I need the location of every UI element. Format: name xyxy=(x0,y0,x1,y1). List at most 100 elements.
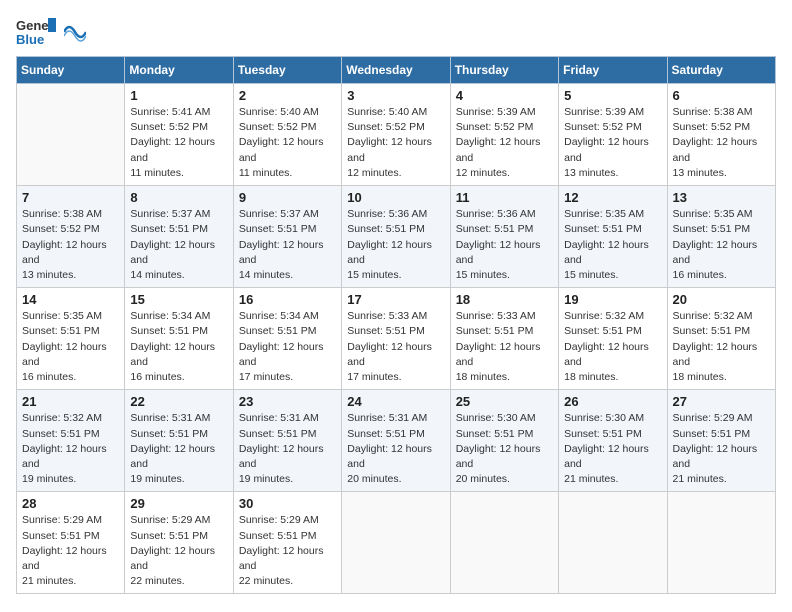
day-of-week-friday: Friday xyxy=(559,57,667,84)
day-number: 22 xyxy=(130,394,227,409)
calendar-header: SundayMondayTuesdayWednesdayThursdayFrid… xyxy=(17,57,776,84)
day-number: 18 xyxy=(456,292,553,307)
calendar-cell: 15Sunrise: 5:34 AMSunset: 5:51 PMDayligh… xyxy=(125,288,233,390)
svg-text:Blue: Blue xyxy=(16,32,44,47)
day-info: Sunrise: 5:31 AMSunset: 5:51 PMDaylight:… xyxy=(239,411,336,487)
calendar-cell: 4 Sunrise: 5:39 AMSunset: 5:52 PMDaylight… xyxy=(450,84,558,186)
day-number: 8 xyxy=(130,190,227,205)
day-number: 10 xyxy=(347,190,444,205)
day-number: 23 xyxy=(239,394,336,409)
day-number: 3 xyxy=(347,88,444,103)
day-info: Sunrise: 5:33 AMSunset: 5:51 PMDaylight:… xyxy=(347,309,444,385)
day-number: 11 xyxy=(456,190,553,205)
day-info: Sunrise: 5:29 AMSunset: 5:51 PMDaylight:… xyxy=(130,513,227,589)
calendar-week-3: 14Sunrise: 5:35 AMSunset: 5:51 PMDayligh… xyxy=(17,288,776,390)
day-number: 13 xyxy=(673,190,770,205)
day-number: 19 xyxy=(564,292,661,307)
day-number: 25 xyxy=(456,394,553,409)
logo: General Blue xyxy=(16,16,86,48)
calendar-cell: 3 Sunrise: 5:40 AMSunset: 5:52 PMDaylight… xyxy=(342,84,450,186)
day-number: 14 xyxy=(22,292,119,307)
calendar-cell: 9Sunrise: 5:37 AMSunset: 5:51 PMDaylight… xyxy=(233,186,341,288)
calendar-week-1: 1 Sunrise: 5:41 AMSunset: 5:52 PMDaylight… xyxy=(17,84,776,186)
day-number: 17 xyxy=(347,292,444,307)
calendar-cell xyxy=(559,492,667,594)
calendar-cell: 25 Sunrise: 5:30 AMSunset: 5:51 PMDayligh… xyxy=(450,390,558,492)
day-info: Sunrise: 5:38 AMSunset: 5:52 PMDaylight:… xyxy=(673,105,770,181)
day-info: Sunrise: 5:39 AMSunset: 5:52 PMDaylight:… xyxy=(564,105,661,181)
day-number: 20 xyxy=(673,292,770,307)
calendar-week-5: 28Sunrise: 5:29 AMSunset: 5:51 PMDayligh… xyxy=(17,492,776,594)
day-number: 27 xyxy=(673,394,770,409)
day-of-week-monday: Monday xyxy=(125,57,233,84)
calendar-table: SundayMondayTuesdayWednesdayThursdayFrid… xyxy=(16,56,776,594)
day-number: 29 xyxy=(130,496,227,511)
day-info: Sunrise: 5:38 AMSunset: 5:52 PMDaylight:… xyxy=(22,207,119,283)
day-number: 24 xyxy=(347,394,444,409)
day-number: 5 xyxy=(564,88,661,103)
calendar-cell xyxy=(17,84,125,186)
calendar-cell: 23 Sunrise: 5:31 AMSunset: 5:51 PMDayligh… xyxy=(233,390,341,492)
day-info: Sunrise: 5:32 AMSunset: 5:51 PMDaylight:… xyxy=(22,411,119,487)
day-number: 26 xyxy=(564,394,661,409)
calendar-cell: 18 Sunrise: 5:33 AMSunset: 5:51 PMDayligh… xyxy=(450,288,558,390)
day-number: 30 xyxy=(239,496,336,511)
calendar-cell: 6 Sunrise: 5:38 AMSunset: 5:52 PMDaylight… xyxy=(667,84,775,186)
day-info: Sunrise: 5:32 AMSunset: 5:51 PMDaylight:… xyxy=(673,309,770,385)
day-number: 2 xyxy=(239,88,336,103)
day-info: Sunrise: 5:30 AMSunset: 5:51 PMDaylight:… xyxy=(564,411,661,487)
header: General Blue xyxy=(16,16,776,48)
day-info: Sunrise: 5:39 AMSunset: 5:52 PMDaylight:… xyxy=(456,105,553,181)
calendar-cell xyxy=(450,492,558,594)
day-info: Sunrise: 5:33 AMSunset: 5:51 PMDaylight:… xyxy=(456,309,553,385)
calendar-cell: 12Sunrise: 5:35 AMSunset: 5:51 PMDayligh… xyxy=(559,186,667,288)
day-number: 4 xyxy=(456,88,553,103)
day-info: Sunrise: 5:31 AMSunset: 5:51 PMDaylight:… xyxy=(347,411,444,487)
day-of-week-thursday: Thursday xyxy=(450,57,558,84)
calendar-cell: 10 Sunrise: 5:36 AMSunset: 5:51 PMDayligh… xyxy=(342,186,450,288)
day-info: Sunrise: 5:36 AMSunset: 5:51 PMDaylight:… xyxy=(347,207,444,283)
calendar-cell: 24 Sunrise: 5:31 AMSunset: 5:51 PMDayligh… xyxy=(342,390,450,492)
calendar-cell: 20 Sunrise: 5:32 AMSunset: 5:51 PMDayligh… xyxy=(667,288,775,390)
calendar-week-4: 21 Sunrise: 5:32 AMSunset: 5:51 PMDayligh… xyxy=(17,390,776,492)
calendar-week-2: 7 Sunrise: 5:38 AMSunset: 5:52 PMDaylight… xyxy=(17,186,776,288)
day-info: Sunrise: 5:30 AMSunset: 5:51 PMDaylight:… xyxy=(456,411,553,487)
calendar-cell: 17 Sunrise: 5:33 AMSunset: 5:51 PMDayligh… xyxy=(342,288,450,390)
day-info: Sunrise: 5:41 AMSunset: 5:52 PMDaylight:… xyxy=(130,105,227,181)
day-info: Sunrise: 5:37 AMSunset: 5:51 PMDaylight:… xyxy=(130,207,227,283)
day-info: Sunrise: 5:35 AMSunset: 5:51 PMDaylight:… xyxy=(673,207,770,283)
calendar-cell: 29 Sunrise: 5:29 AMSunset: 5:51 PMDayligh… xyxy=(125,492,233,594)
day-number: 6 xyxy=(673,88,770,103)
day-info: Sunrise: 5:29 AMSunset: 5:51 PMDaylight:… xyxy=(673,411,770,487)
day-info: Sunrise: 5:34 AMSunset: 5:51 PMDaylight:… xyxy=(130,309,227,385)
day-number: 7 xyxy=(22,190,119,205)
calendar-cell: 21 Sunrise: 5:32 AMSunset: 5:51 PMDayligh… xyxy=(17,390,125,492)
day-of-week-saturday: Saturday xyxy=(667,57,775,84)
day-number: 9 xyxy=(239,190,336,205)
day-info: Sunrise: 5:36 AMSunset: 5:51 PMDaylight:… xyxy=(456,207,553,283)
calendar-cell: 27 Sunrise: 5:29 AMSunset: 5:51 PMDayligh… xyxy=(667,390,775,492)
day-of-week-wednesday: Wednesday xyxy=(342,57,450,84)
calendar-cell: 1 Sunrise: 5:41 AMSunset: 5:52 PMDaylight… xyxy=(125,84,233,186)
day-info: Sunrise: 5:40 AMSunset: 5:52 PMDaylight:… xyxy=(239,105,336,181)
calendar-cell: 7 Sunrise: 5:38 AMSunset: 5:52 PMDaylight… xyxy=(17,186,125,288)
day-info: Sunrise: 5:40 AMSunset: 5:52 PMDaylight:… xyxy=(347,105,444,181)
calendar-cell xyxy=(342,492,450,594)
calendar-cell: 22Sunrise: 5:31 AMSunset: 5:51 PMDayligh… xyxy=(125,390,233,492)
day-number: 16 xyxy=(239,292,336,307)
calendar-cell: 16 Sunrise: 5:34 AMSunset: 5:51 PMDayligh… xyxy=(233,288,341,390)
day-number: 1 xyxy=(130,88,227,103)
day-info: Sunrise: 5:34 AMSunset: 5:51 PMDaylight:… xyxy=(239,309,336,385)
day-info: Sunrise: 5:29 AMSunset: 5:51 PMDaylight:… xyxy=(22,513,119,589)
logo-icon: General Blue xyxy=(16,16,56,48)
day-of-week-sunday: Sunday xyxy=(17,57,125,84)
day-info: Sunrise: 5:35 AMSunset: 5:51 PMDaylight:… xyxy=(564,207,661,283)
calendar-cell: 2 Sunrise: 5:40 AMSunset: 5:52 PMDaylight… xyxy=(233,84,341,186)
day-number: 21 xyxy=(22,394,119,409)
calendar-cell: 13 Sunrise: 5:35 AMSunset: 5:51 PMDayligh… xyxy=(667,186,775,288)
calendar-cell: 5 Sunrise: 5:39 AMSunset: 5:52 PMDaylight… xyxy=(559,84,667,186)
calendar-cell: 14Sunrise: 5:35 AMSunset: 5:51 PMDayligh… xyxy=(17,288,125,390)
calendar-cell: 28Sunrise: 5:29 AMSunset: 5:51 PMDayligh… xyxy=(17,492,125,594)
day-of-week-tuesday: Tuesday xyxy=(233,57,341,84)
calendar-cell: 26 Sunrise: 5:30 AMSunset: 5:51 PMDayligh… xyxy=(559,390,667,492)
